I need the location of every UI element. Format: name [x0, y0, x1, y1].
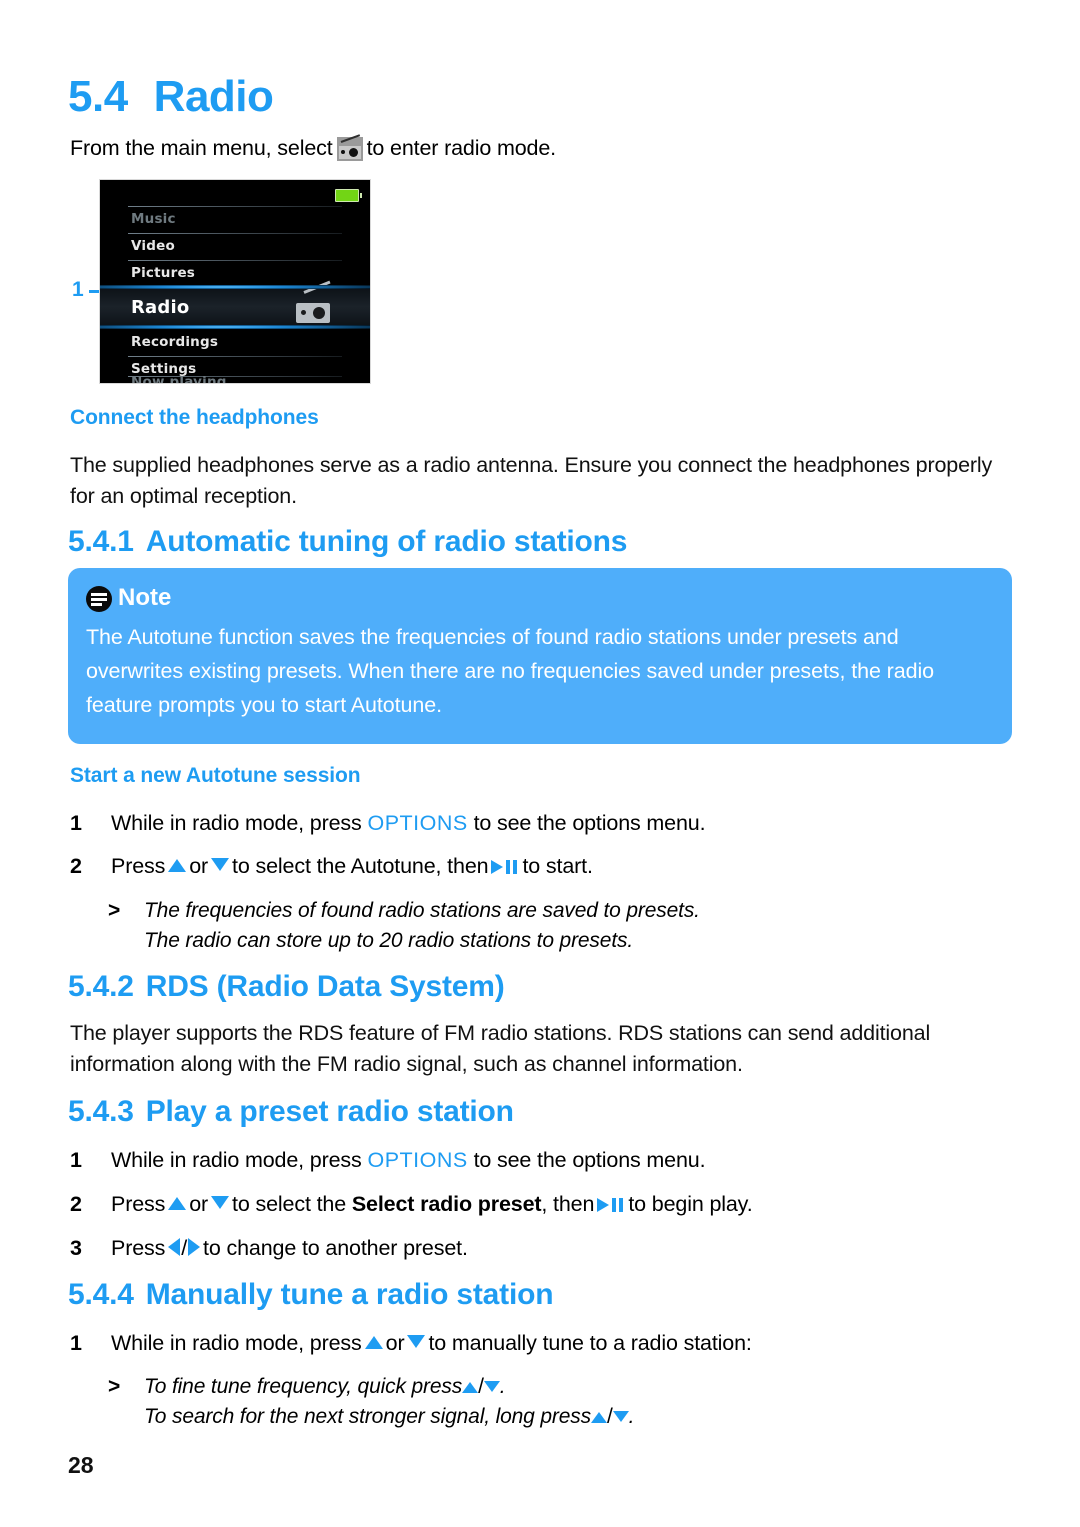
device-menu-item-music: Music — [131, 211, 176, 227]
page-number: 28 — [68, 1452, 94, 1478]
result-autotune-line-1: The frequencies of found radio stations … — [144, 899, 700, 922]
intro-paragraph: From the main menu, select to enter radio… — [70, 134, 557, 161]
device-menu-item-video: Video — [131, 238, 175, 254]
note-content: The Autotune function saves the frequenc… — [86, 620, 998, 722]
step-manual-1: 1 While in radio mode, press or to manuall… — [70, 1331, 752, 1355]
battery-full-icon — [335, 189, 362, 202]
step-autotune-1: 1 While in radio mode, press OPTIONS to … — [70, 811, 706, 835]
result-autotune-line-2: The radio can store up to 20 radio stati… — [144, 929, 634, 952]
note-box: Note The Autotune function saves the fre… — [68, 568, 1012, 744]
options-key-label: OPTIONS — [367, 1148, 468, 1172]
arrow-left-icon — [168, 1238, 181, 1256]
step-autotune-2: 2 Press or to select the Autotune, then to … — [70, 854, 593, 878]
manual-page: 5.4 Radio From the main menu, select to en… — [0, 0, 1080, 1527]
device-menu-item-radio-selected: Radio — [100, 280, 370, 327]
callout-number-1: 1 — [72, 278, 84, 301]
heading-5-4-3: 5.4.3 Play a preset radio station — [68, 1095, 514, 1128]
arrow-down-icon — [612, 1411, 629, 1422]
heading-start-autotune-session: Start a new Autotune session — [70, 764, 361, 787]
device-screenshot: Music Video Pictures Radio Recordings Se… — [99, 179, 371, 384]
note-icon — [86, 586, 112, 612]
section-number: 5.4 — [68, 72, 128, 121]
heading-connect-headphones: Connect the headphones — [70, 406, 319, 429]
step-preset-1: 1 While in radio mode, press OPTIONS to … — [70, 1148, 706, 1172]
step-preset-2: 2 Press or to select the Select radio pres… — [70, 1192, 753, 1216]
arrow-down-icon — [211, 858, 230, 871]
menu-option-select-radio-preset: Select radio preset — [351, 1192, 542, 1216]
result-manual-2: To search for the next stronger signal, … — [144, 1405, 635, 1428]
result-autotune: > The frequencies of found radio station… — [108, 899, 700, 922]
note-label: Note — [118, 584, 172, 611]
intro-text-after: to enter radio mode. — [366, 136, 557, 160]
arrow-down-icon — [407, 1335, 426, 1348]
step-preset-3: 3 Press / to change to another preset. — [70, 1236, 468, 1260]
arrow-up-icon — [462, 1382, 479, 1393]
page-title: 5.4 Radio — [68, 72, 274, 122]
result-autotune-2: The radio can store up to 20 radio stati… — [108, 926, 633, 956]
options-key-label: OPTIONS — [367, 811, 468, 835]
arrow-down-icon — [483, 1381, 500, 1392]
play-pause-icon — [597, 1197, 625, 1213]
device-menu-item-recordings: Recordings — [131, 334, 219, 350]
radio-icon — [336, 134, 363, 161]
paragraph-headphones: The supplied headphones serve as a radio… — [70, 453, 993, 508]
heading-5-4-1: 5.4.1 Automatic tuning of radio stations — [68, 525, 628, 558]
heading-5-4-2: 5.4.2 RDS (Radio Data System) — [68, 970, 505, 1003]
arrow-up-icon — [168, 859, 187, 872]
device-menu-item-now-playing: Now playing — [131, 374, 227, 384]
paragraph-rds: The player supports the RDS feature of F… — [70, 1021, 931, 1076]
arrow-up-icon — [168, 1197, 187, 1210]
arrow-right-icon — [188, 1238, 201, 1256]
arrow-up-icon — [364, 1336, 383, 1349]
radio-icon — [296, 280, 331, 323]
result-manual-1: > To fine tune frequency, quick press /. — [108, 1375, 506, 1398]
play-pause-icon — [491, 859, 519, 875]
heading-5-4-4: 5.4.4 Manually tune a radio station — [68, 1278, 554, 1311]
arrow-down-icon — [211, 1196, 230, 1209]
intro-text-before: From the main menu, select — [70, 136, 333, 160]
section-title: Radio — [153, 72, 274, 121]
arrow-up-icon — [590, 1412, 607, 1423]
